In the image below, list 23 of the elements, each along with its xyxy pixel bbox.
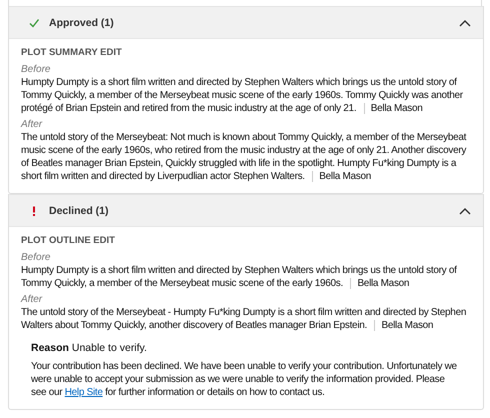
section-header[interactable]: Declined (1) bbox=[9, 194, 483, 227]
section-title: Approved (1) bbox=[49, 16, 115, 28]
edit-field-label: PLOT SUMMARY EDIT bbox=[21, 47, 123, 58]
decline-message: Your contribution has been declined. We have been unable to verify your contribution. Unfortunately we were unable to accept your submission as we were unable to verify the information provided. Please see our Help Site for further information or details on how to contact us. bbox=[31, 360, 457, 399]
before-text: Humpty Dumpty is a short film written and directed by Stephen Walters which brings us the untold story of Tommy Quickly, a member of the Merseybeat music scene of the early 1960s. Tommy Quickly was another protégé of Brian Epstein and retired from the music industry at the age of only 21. Bella Mason bbox=[21, 76, 464, 115]
after-text: The untold story of the Merseybeat: Not much is known about Tommy Quickly, a member of the Merseybeat music scene of the early 1960s, who retired from the music industry at the age of only 21. Another discovery of Beatles manager Brian Epstein, Quickly struggled with life in the spotlight. Humpty Fu*king Dumpty is a short film written and directed by Liverpudlian actor Stephen Walters. Bella Mason bbox=[21, 131, 468, 183]
before-text: Humpty Dumpty is a short film written and directed by Stephen Walters which brings us the untold story of Tommy Quickly, a member of the Merseybeat music scene of the early 1960s. Bella Mason bbox=[21, 264, 458, 290]
help-site-link[interactable]: Help Site bbox=[64, 387, 103, 398]
author-name: Bella Mason bbox=[312, 171, 371, 182]
after-label: After bbox=[21, 119, 44, 131]
section-header[interactable]: Approved (1) bbox=[9, 6, 483, 39]
author-name: Bella Mason bbox=[364, 103, 423, 114]
edit-field-label: PLOT OUTLINE EDIT bbox=[21, 235, 116, 246]
after-label: After bbox=[21, 294, 44, 306]
checkmark-icon bbox=[29, 18, 39, 28]
reason-label: Reason bbox=[31, 342, 69, 354]
after-text: The untold story of the Merseybeat - Humpty Fu*king Dumpty is a short film written and directed by Stephen Walters about Tommy Quickly, another discovery of Beatles manager Brian Epstein. Bella Mason bbox=[21, 306, 468, 332]
section-title: Declined (1) bbox=[49, 204, 110, 216]
before-label: Before bbox=[21, 64, 52, 76]
before-label: Before bbox=[21, 252, 52, 264]
author-name: Bella Mason bbox=[350, 278, 410, 289]
reason-text: Unable to verify. bbox=[72, 342, 147, 354]
author-name: Bella Mason bbox=[374, 320, 434, 331]
